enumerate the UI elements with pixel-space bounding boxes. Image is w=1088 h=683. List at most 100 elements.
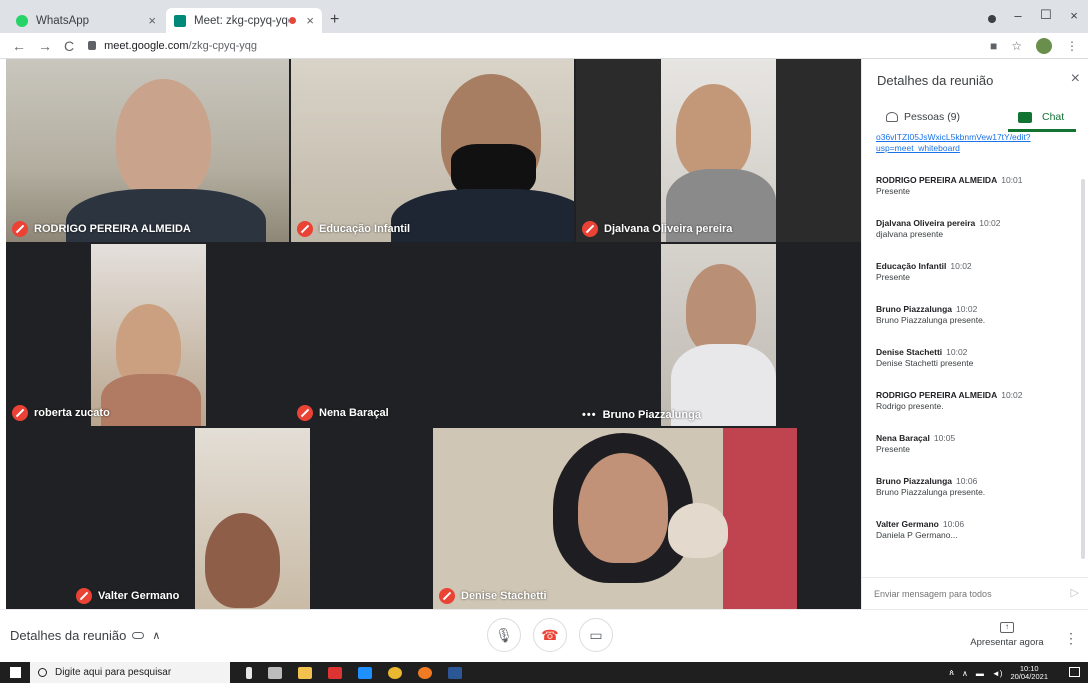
chevron-up-icon[interactable]: ∧ xyxy=(962,669,968,678)
microphone-button[interactable]: 🎙 xyxy=(487,618,521,652)
firefox-icon[interactable] xyxy=(418,666,432,679)
chat-icon xyxy=(1018,111,1032,123)
microphone-icon[interactable] xyxy=(246,666,252,679)
mic-off-icon xyxy=(12,405,28,421)
close-window-button[interactable]: × xyxy=(1060,8,1088,23)
camera-button[interactable]: ▭ xyxy=(579,618,613,652)
video-tile[interactable]: roberta zucato xyxy=(6,244,289,426)
chat-message: Educação Infantil 10:02 Presente xyxy=(876,261,972,282)
video-tile[interactable]: Valter Germano xyxy=(70,428,425,609)
panel-title: Detalhes da reunião xyxy=(877,73,994,88)
chat-message: Bruno Piazzalunga 10:02 Bruno Piazzalunga … xyxy=(876,304,986,325)
more-options-icon[interactable]: ••• xyxy=(582,409,597,421)
reload-button[interactable]: C xyxy=(64,38,74,54)
back-button[interactable]: ← xyxy=(12,38,26,54)
leave-call-button[interactable]: ☎ xyxy=(533,618,567,652)
edge-icon[interactable] xyxy=(358,666,372,679)
mic-off-icon xyxy=(297,405,313,421)
lock-icon xyxy=(88,41,97,50)
meeting-details-panel: Detalhes da reunião × Pessoas (9) Chat o… xyxy=(861,59,1088,609)
windows-taskbar: Digite aqui para pesquisar ጰ ∧ ▬ ◄) 10:1… xyxy=(0,662,1088,683)
close-tab-icon[interactable]: × xyxy=(306,13,314,28)
hang-up-icon: ☎ xyxy=(541,626,559,643)
chat-link[interactable]: o36vITZI05JsWxicL5kbnmVew17tY/edit? usp=m… xyxy=(876,132,1076,154)
video-tile[interactable]: ••• Bruno Piazzalunga xyxy=(576,244,861,426)
notifications-icon[interactable] xyxy=(1069,667,1080,677)
meeting-details-button[interactable]: Detalhes da reunião ∧ xyxy=(10,628,160,643)
tab-chat[interactable]: Chat xyxy=(1018,105,1064,129)
forward-button[interactable]: → xyxy=(38,38,52,54)
star-icon[interactable]: ☆ xyxy=(1011,39,1022,53)
clock[interactable]: 10:10 20/04/2021 xyxy=(1010,665,1048,681)
microphone-icon: 🎙 xyxy=(495,626,513,643)
app-icon[interactable] xyxy=(328,666,342,679)
chevron-up-icon: ∧ xyxy=(152,630,161,642)
word-icon[interactable] xyxy=(448,666,462,679)
window-controls: – ☐ × xyxy=(1004,0,1088,30)
people-icon[interactable]: ጰ xyxy=(949,668,954,678)
chat-message-list: o36vITZI05JsWxicL5kbnmVew17tY/edit? usp=m… xyxy=(876,132,1076,572)
participant-name: Valter Germano xyxy=(76,588,179,604)
participant-name: Nena Baraçal xyxy=(297,405,389,421)
taskbar-search[interactable]: Digite aqui para pesquisar xyxy=(30,662,230,683)
chat-message: Valter Germano 10:06 Daniela P Germano... xyxy=(876,519,965,540)
chat-message: Bruno Piazzalunga 10:06 Bruno Piazzalunga … xyxy=(876,476,986,497)
address-bar-actions: ■ ☆ ⋮ xyxy=(990,38,1078,54)
volume-icon[interactable]: ◄) xyxy=(992,669,1003,678)
chrome-icon[interactable] xyxy=(388,666,402,679)
participant-name: Denise Stachetti xyxy=(439,588,547,604)
url-path: /zkg-cpyq-yqg xyxy=(188,39,257,52)
send-icon[interactable]: ▷ xyxy=(1071,586,1079,599)
recording-indicator-icon xyxy=(289,17,297,24)
video-tile[interactable]: Djalvana Oliveira pereira xyxy=(576,59,861,242)
new-tab-button[interactable]: + xyxy=(330,11,339,29)
url-host: meet.google.com xyxy=(104,39,189,52)
whatsapp-icon xyxy=(16,14,28,27)
search-icon xyxy=(38,668,47,677)
chat-scrollbar[interactable] xyxy=(1081,179,1085,559)
video-tile[interactable]: Denise Stachetti xyxy=(433,428,797,609)
participant-name: Djalvana Oliveira pereira xyxy=(582,221,732,237)
tab-title: Meet: zkg-cpyq-yqg xyxy=(194,14,290,27)
present-now-button[interactable]: ↑ Apresentar agora xyxy=(970,622,1044,648)
video-tile[interactable]: N Nena Baraçal xyxy=(291,244,574,426)
tab-meet[interactable]: Meet: zkg-cpyq-yqg × xyxy=(166,8,322,33)
windows-logo-icon xyxy=(9,667,21,678)
more-options-icon[interactable]: ⋮ xyxy=(1064,630,1078,647)
network-icon[interactable]: ▬ xyxy=(976,669,984,678)
minimize-button[interactable]: – xyxy=(1004,8,1032,23)
chat-message: Denise Stachetti 10:02 Denise Stachetti pr… xyxy=(876,347,974,368)
browser-tab-bar: WhatsApp × Meet: zkg-cpyq-yqg × + – ☐ × xyxy=(0,0,1088,33)
mic-off-icon xyxy=(12,221,28,237)
profile-avatar[interactable] xyxy=(1036,38,1052,54)
participant-name: ••• Bruno Piazzalunga xyxy=(582,409,701,421)
mic-off-icon xyxy=(76,588,92,604)
close-panel-icon[interactable]: × xyxy=(1071,70,1080,88)
captions-icon xyxy=(132,632,145,639)
video-tile[interactable]: RODRIGO PEREIRA ALMEIDA xyxy=(6,59,289,242)
task-view-icon[interactable] xyxy=(268,666,282,679)
mic-off-icon xyxy=(439,588,455,604)
start-button[interactable] xyxy=(0,662,30,683)
chat-compose: ▷ xyxy=(862,577,1088,609)
browser-menu-icon[interactable]: ⋮ xyxy=(1066,39,1078,53)
url-field[interactable]: meet.google.com/zkg-cpyq-yqg xyxy=(88,40,257,52)
chat-message-input[interactable] xyxy=(874,584,1054,604)
meeting-controls-bar: Detalhes da reunião ∧ 🎙 ☎ ▭ ↑ Apresentar… xyxy=(0,609,1088,662)
mic-off-icon xyxy=(582,221,598,237)
participant-name: Educação Infantil xyxy=(297,221,410,237)
file-explorer-icon[interactable] xyxy=(298,666,312,679)
tab-people[interactable]: Pessoas (9) xyxy=(886,105,960,129)
maximize-button[interactable]: ☐ xyxy=(1032,7,1060,23)
tab-whatsapp[interactable]: WhatsApp × xyxy=(8,8,164,33)
profile-indicator-icon[interactable] xyxy=(988,15,996,23)
meet-icon xyxy=(174,14,186,27)
participant-name: roberta zucato xyxy=(12,405,110,421)
mic-off-icon xyxy=(297,221,313,237)
close-tab-icon[interactable]: × xyxy=(148,13,156,28)
address-bar: ← → C meet.google.com/zkg-cpyq-yqg ■ ☆ ⋮ xyxy=(0,33,1088,59)
chat-message: RODRIGO PEREIRA ALMEIDA 10:02 Rodrigo pres… xyxy=(876,390,1023,411)
video-tile[interactable]: Educação Infantil xyxy=(291,59,574,242)
camera-indicator-icon[interactable]: ■ xyxy=(990,39,997,53)
chat-message: RODRIGO PEREIRA ALMEIDA 10:01 Presente xyxy=(876,175,1023,196)
